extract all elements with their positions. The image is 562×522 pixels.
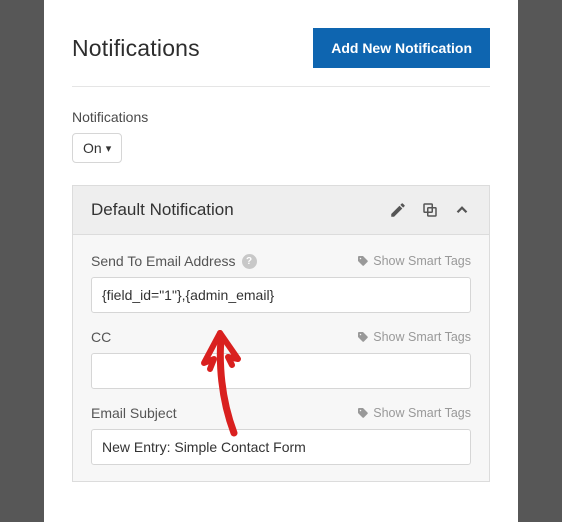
row-head: Email Subject Show Smart Tags (91, 405, 471, 421)
edit-icon[interactable] (389, 201, 407, 219)
row-head: CC Show Smart Tags (91, 329, 471, 345)
help-icon[interactable]: ? (242, 254, 257, 269)
cc-input[interactable] (91, 353, 471, 389)
toggle-block: Notifications On ▾ (72, 109, 490, 163)
subject-label: Email Subject (91, 405, 177, 421)
subject-input[interactable] (91, 429, 471, 465)
send-to-row: Send To Email Address ? Show Smart Tags (91, 253, 471, 313)
label-text: Send To Email Address (91, 253, 236, 269)
notifications-toggle-select[interactable]: On ▾ (72, 133, 122, 163)
send-to-label: Send To Email Address ? (91, 253, 257, 269)
label-text: CC (91, 329, 111, 345)
card-actions (389, 201, 471, 219)
header-row: Notifications Add New Notification (72, 28, 490, 87)
tag-icon (357, 255, 369, 267)
cc-label: CC (91, 329, 111, 345)
card-body: Send To Email Address ? Show Smart Tags … (73, 235, 489, 465)
row-head: Send To Email Address ? Show Smart Tags (91, 253, 471, 269)
show-smart-tags-link[interactable]: Show Smart Tags (357, 406, 471, 420)
tag-icon (357, 407, 369, 419)
send-to-input[interactable] (91, 277, 471, 313)
show-smart-tags-link[interactable]: Show Smart Tags (357, 330, 471, 344)
page-title: Notifications (72, 35, 200, 62)
add-notification-button[interactable]: Add New Notification (313, 28, 490, 68)
card-title: Default Notification (91, 200, 234, 220)
card-header: Default Notification (73, 186, 489, 235)
show-smart-tags-link[interactable]: Show Smart Tags (357, 254, 471, 268)
label-text: Email Subject (91, 405, 177, 421)
notification-card: Default Notification Send To Email Addre… (72, 185, 490, 482)
smart-tags-text: Show Smart Tags (373, 406, 471, 420)
smart-tags-text: Show Smart Tags (373, 330, 471, 344)
copy-icon[interactable] (421, 201, 439, 219)
cc-row: CC Show Smart Tags (91, 329, 471, 389)
toggle-value: On (83, 140, 102, 156)
smart-tags-text: Show Smart Tags (373, 254, 471, 268)
chevron-up-icon[interactable] (453, 201, 471, 219)
notifications-panel: Notifications Add New Notification Notif… (44, 0, 518, 522)
toggle-label: Notifications (72, 109, 490, 125)
tag-icon (357, 331, 369, 343)
chevron-down-icon: ▾ (106, 142, 112, 155)
subject-row: Email Subject Show Smart Tags (91, 405, 471, 465)
